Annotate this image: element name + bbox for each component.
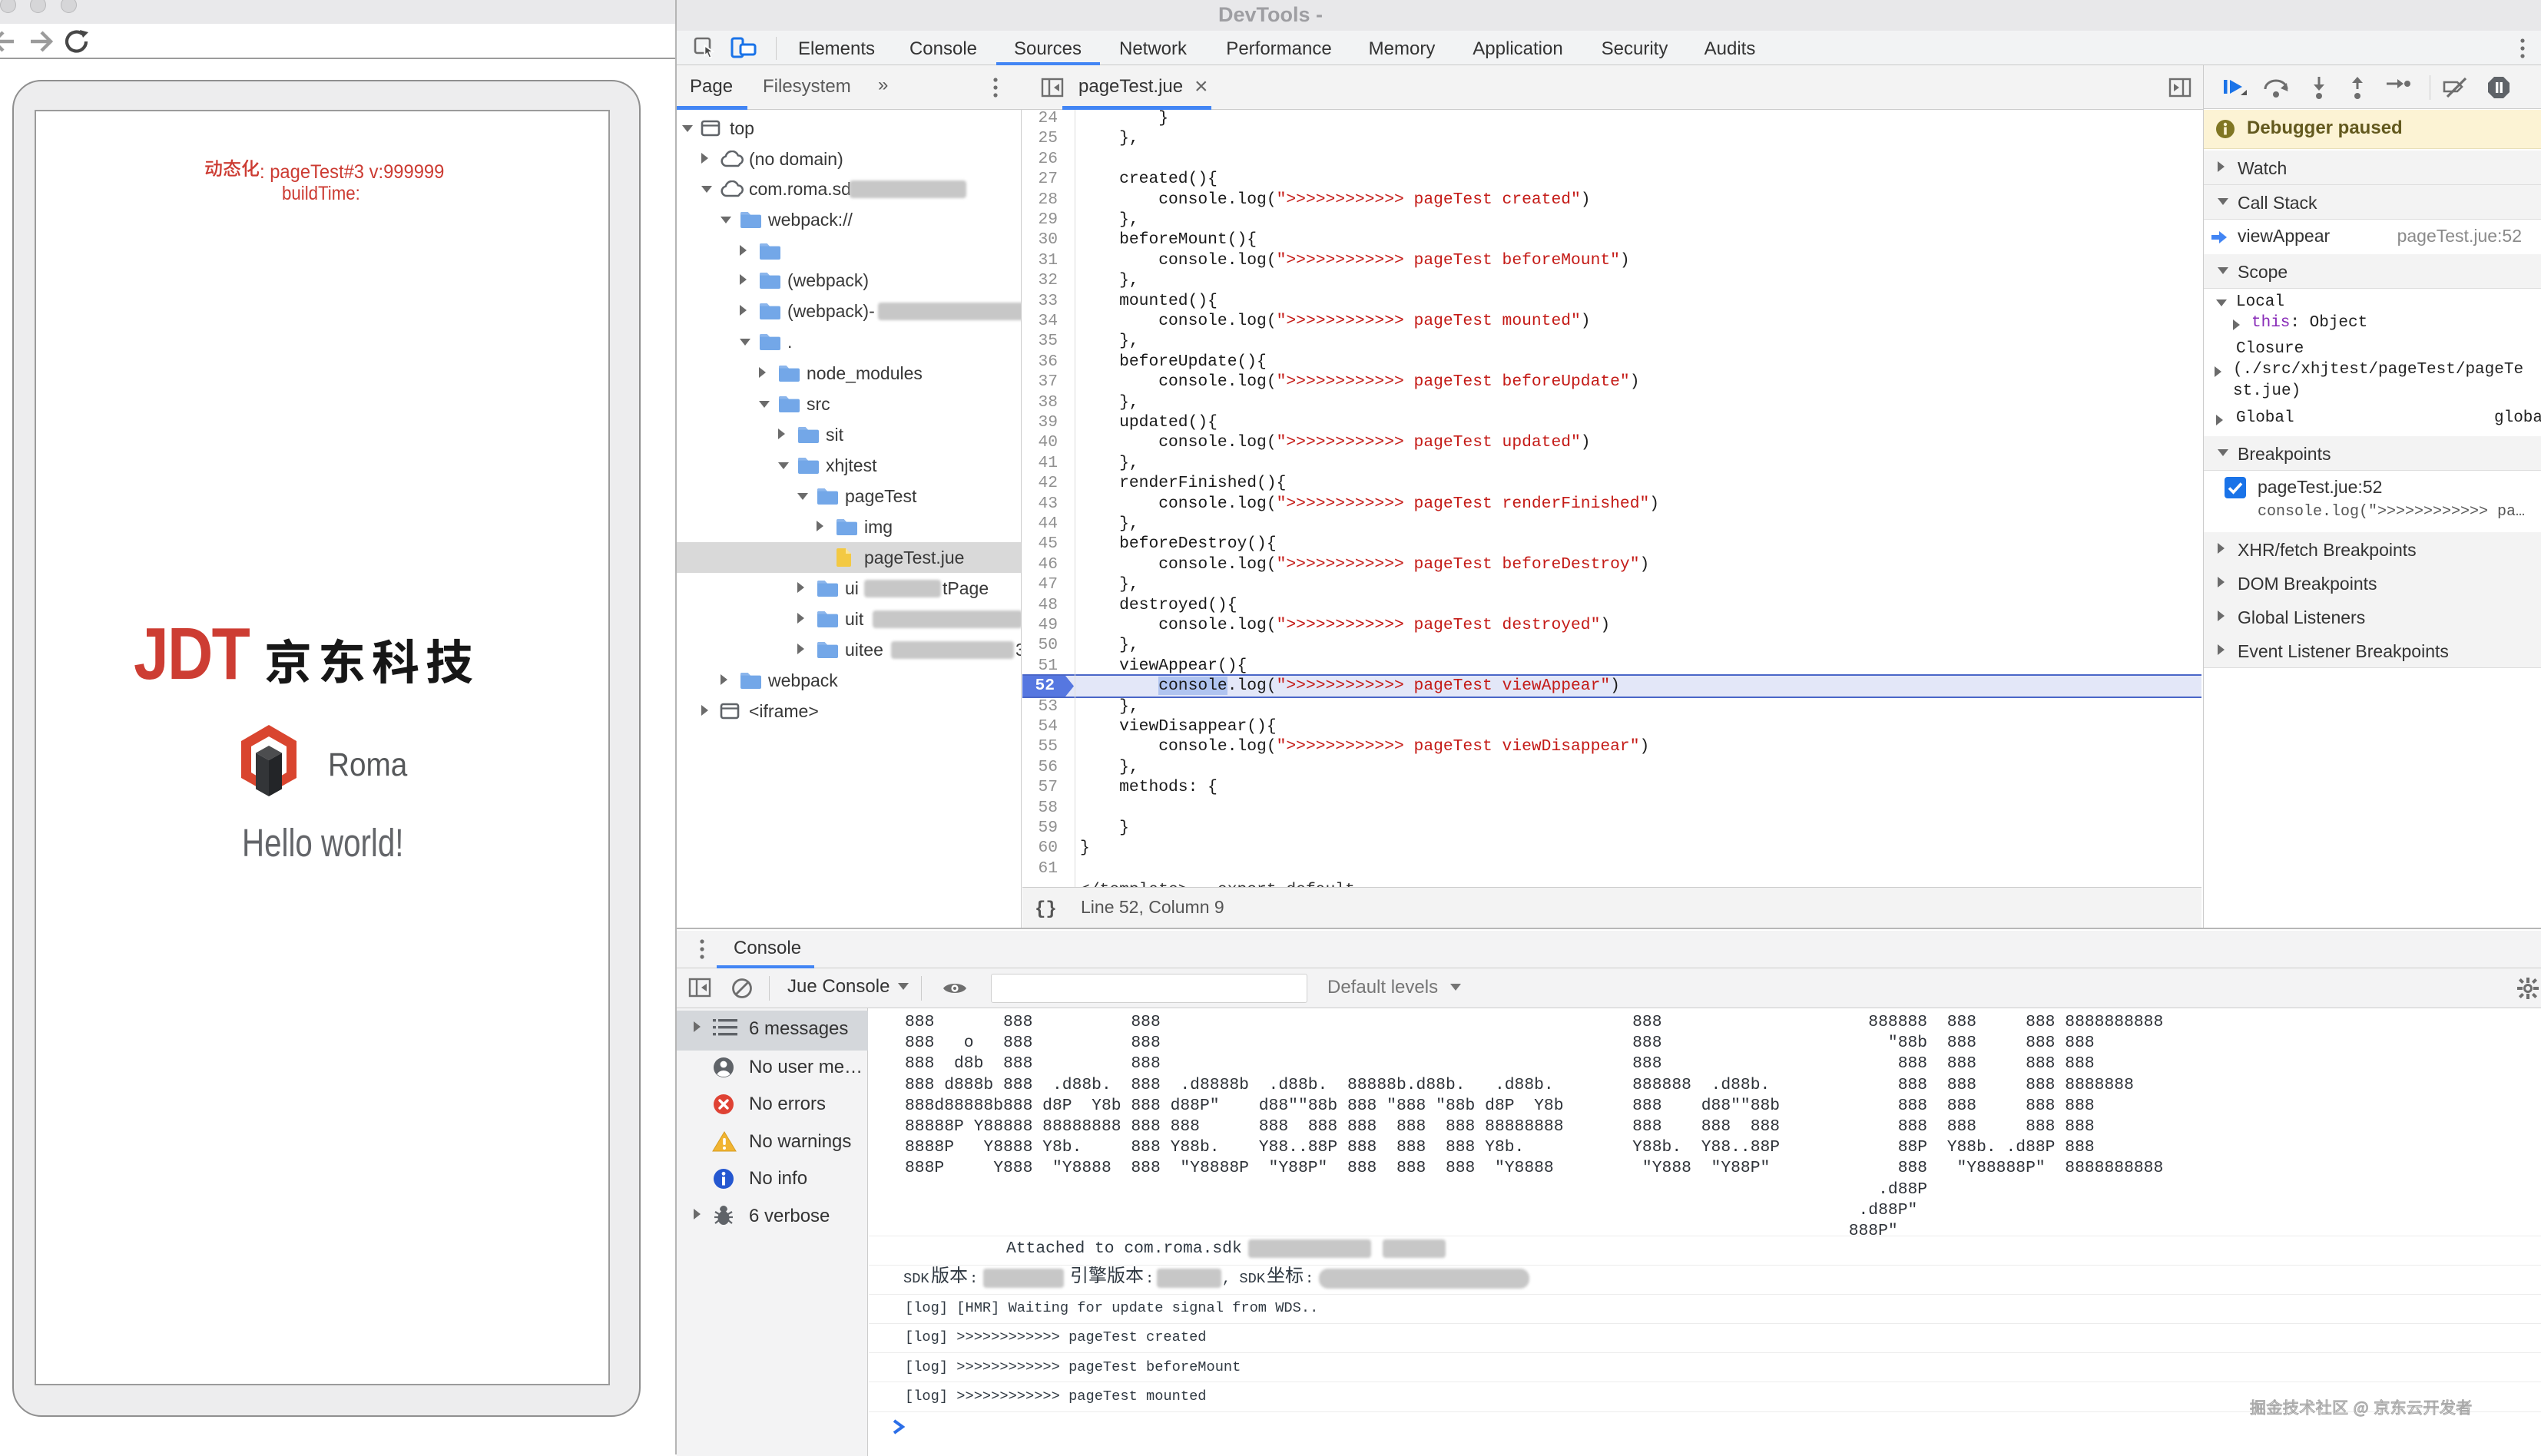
svg-text:{}: {} — [1035, 899, 1057, 918]
